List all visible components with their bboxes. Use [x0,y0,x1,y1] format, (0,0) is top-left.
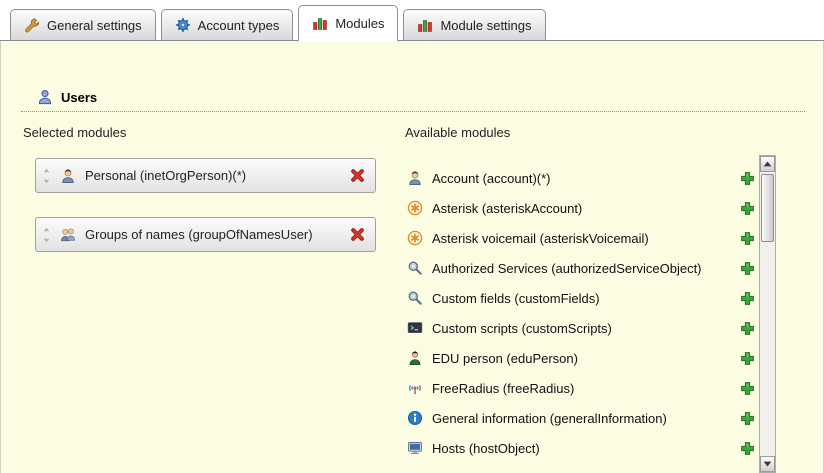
add-module-button[interactable] [740,441,755,456]
scroll-down-button[interactable] [760,456,775,472]
gear-icon [175,17,191,33]
info-icon [407,410,423,426]
tab-label: Modules [335,16,384,31]
tab-label: General settings [47,18,142,33]
tools-icon [24,17,40,33]
plus-icon [740,351,755,366]
available-modules-scrollbar[interactable] [759,155,776,473]
host-icon [407,440,423,456]
module-label: EDU person (eduPerson) [432,351,578,366]
tab-label: Module settings [440,18,531,33]
available-modules-heading: Available modules [405,125,510,140]
section-title: Users [61,90,97,105]
person-icon [60,168,76,184]
module-label: Custom fields (customFields) [432,291,600,306]
plus-icon [740,381,755,396]
content-area: Users Selected modules Available modules… [0,41,824,473]
tab-bar: General settings Account types Modules Modu… [0,0,824,41]
available-module-row: Hosts (hostObject) [407,433,755,463]
script-icon [407,320,423,336]
add-module-button[interactable] [740,381,755,396]
lam-configuration-page: { "tabs": [ {"label": "General settings"… [0,0,824,473]
asterisk-icon [407,230,423,246]
magnifier-icon [407,260,423,276]
tab-general-settings[interactable]: General settings [10,9,156,40]
add-module-button[interactable] [740,171,755,186]
available-module-row: Account (account)(*) [407,163,755,193]
module-label: Personal (inetOrgPerson)(*) [85,168,246,183]
module-label: FreeRadius (freeRadius) [432,381,574,396]
available-module-row: Custom scripts (customScripts) [407,313,755,343]
available-modules-list: Account (account)(*) Asterisk (asteriskAc… [407,163,755,463]
plus-icon [740,231,755,246]
section-divider [21,111,805,112]
plus-icon [740,321,755,336]
delete-icon [350,227,365,242]
module-label: General information (generalInformation) [432,411,667,426]
tab-account-types[interactable]: Account types [161,9,294,40]
person-icon [407,170,423,186]
asterisk-icon [407,200,423,216]
tab-module-settings[interactable]: Module settings [403,9,545,40]
remove-module-button[interactable] [350,168,365,183]
module-label: Custom scripts (customScripts) [432,321,612,336]
users-section-header: Users [37,89,97,105]
module-label: Hosts (hostObject) [432,441,540,456]
plus-icon [740,201,755,216]
module-label: Account (account)(*) [432,171,551,186]
add-module-button[interactable] [740,201,755,216]
module-label: Asterisk voicemail (asteriskVoicemail) [432,231,649,246]
add-module-button[interactable] [740,411,755,426]
radius-icon [407,380,423,396]
group-icon [60,227,76,243]
add-module-button[interactable] [740,321,755,336]
available-module-row: Asterisk voicemail (asteriskVoicemail) [407,223,755,253]
add-module-button[interactable] [740,231,755,246]
selected-module-row[interactable]: Groups of names (groupOfNamesUser) [35,217,376,252]
plus-icon [740,171,755,186]
user-icon [37,89,53,105]
modules-icon [417,17,433,33]
scroll-up-button[interactable] [760,156,775,172]
plus-icon [740,411,755,426]
plus-icon [740,261,755,276]
scrollbar-thumb[interactable] [761,174,774,242]
magnifier-icon [407,290,423,306]
delete-icon [350,168,365,183]
drag-handle-icon[interactable] [42,168,51,184]
available-module-row: General information (generalInformation) [407,403,755,433]
remove-module-button[interactable] [350,227,365,242]
selected-modules-heading: Selected modules [23,125,126,140]
plus-icon [740,291,755,306]
drag-handle-icon[interactable] [42,227,51,243]
add-module-button[interactable] [740,351,755,366]
arrow-down-icon [763,461,772,467]
module-label: Authorized Services (authorizedServiceOb… [432,261,702,276]
add-module-button[interactable] [740,291,755,306]
available-module-row: Custom fields (customFields) [407,283,755,313]
available-module-row: FreeRadius (freeRadius) [407,373,755,403]
modules-icon [312,15,328,31]
module-label: Groups of names (groupOfNamesUser) [85,227,313,242]
tab-label: Account types [198,18,280,33]
available-module-row: Asterisk (asteriskAccount) [407,193,755,223]
tab-modules[interactable]: Modules [298,5,398,41]
available-module-row: Authorized Services (authorizedServiceOb… [407,253,755,283]
module-label: Asterisk (asteriskAccount) [432,201,582,216]
edu-icon [407,350,423,366]
selected-module-row[interactable]: Personal (inetOrgPerson)(*) [35,158,376,193]
add-module-button[interactable] [740,261,755,276]
plus-icon [740,441,755,456]
available-module-row: EDU person (eduPerson) [407,343,755,373]
arrow-up-icon [763,161,772,167]
selected-modules-list: Personal (inetOrgPerson)(*) Groups of nam… [35,158,376,276]
